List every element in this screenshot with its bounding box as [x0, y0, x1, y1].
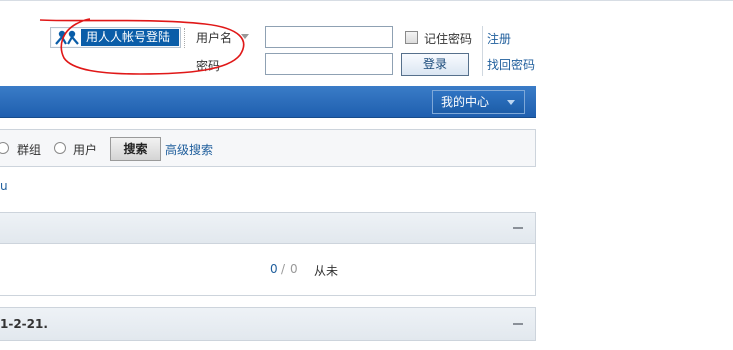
red-annotation-circle: [39, 18, 245, 75]
